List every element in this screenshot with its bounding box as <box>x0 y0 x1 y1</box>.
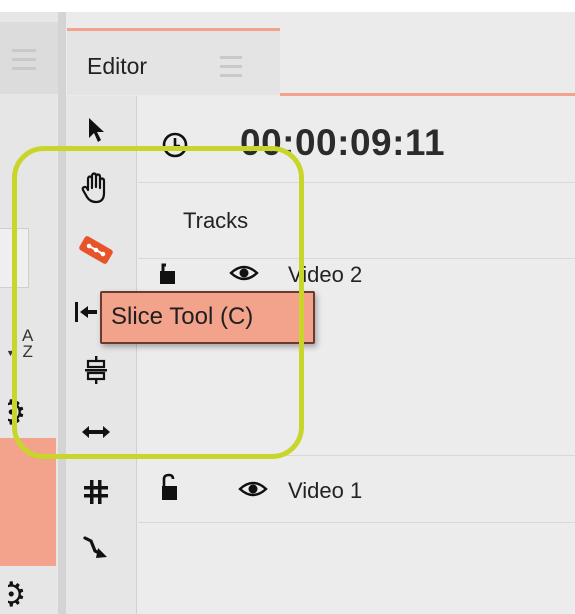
selected-panel-strip[interactable] <box>0 438 56 566</box>
track-divider-mid <box>138 455 575 456</box>
panel-separator[interactable] <box>58 12 66 614</box>
editor-menu-icon[interactable] <box>220 56 242 83</box>
eye-icon-2[interactable] <box>238 479 268 504</box>
sort-direction-icon: ▼ <box>6 348 15 358</box>
tool-palette <box>66 96 136 614</box>
sort-bottom-letter: Z <box>22 342 33 361</box>
timing-icon[interactable] <box>76 472 116 512</box>
eye-icon[interactable] <box>229 263 259 288</box>
clock-icon <box>161 131 189 164</box>
timeline-area[interactable] <box>136 96 575 614</box>
select-arrow-icon[interactable] <box>76 110 116 150</box>
hand-icon[interactable] <box>76 168 116 208</box>
transform-icon[interactable] <box>76 350 116 390</box>
tab-editor-label: Editor <box>87 53 148 79</box>
curve-arrow-icon[interactable] <box>76 528 116 568</box>
razor-blade-icon[interactable] <box>76 230 116 270</box>
slice-tool-tooltip: Slice Tool (C) <box>100 291 315 344</box>
top-strip <box>0 0 575 12</box>
tracks-header: Tracks <box>183 208 249 233</box>
timecode-divider <box>138 182 575 183</box>
timecode-display: 00:00:09:11 <box>240 122 446 163</box>
track-divider-bottom <box>138 522 575 523</box>
sort-az-button[interactable]: A Z <box>22 327 33 361</box>
tab-editor[interactable]: Editor <box>67 28 280 95</box>
lock-locked-icon[interactable] <box>156 260 182 293</box>
left-menu-icon[interactable] <box>12 49 36 76</box>
track-name-video-2: Video 2 <box>288 262 363 287</box>
lock-unlocked-icon[interactable] <box>158 473 184 508</box>
left-panel-tab[interactable] <box>0 22 58 94</box>
track-divider-top <box>138 258 575 259</box>
left-panel-field[interactable] <box>0 228 29 288</box>
track-name-video-1: Video 1 <box>288 478 363 503</box>
resize-horizontal-icon[interactable] <box>76 412 116 452</box>
